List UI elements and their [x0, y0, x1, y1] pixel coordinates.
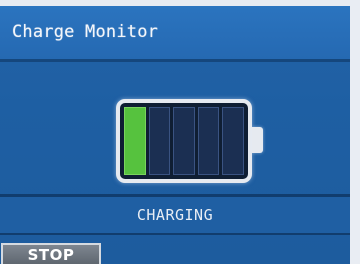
battery-terminal — [252, 127, 263, 153]
status-bar: CHARGING — [0, 194, 350, 235]
status-text: CHARGING — [136, 206, 214, 224]
battery-icon — [116, 99, 252, 183]
bezel-right — [350, 0, 360, 264]
battery-cells — [124, 107, 244, 175]
battery-cell-filled — [124, 107, 146, 175]
charge-monitor-screen: Charge Monitor CHARGING STOP — [0, 0, 360, 264]
title-bar: Charge Monitor — [0, 6, 350, 62]
page-title: Charge Monitor — [12, 22, 159, 42]
battery-cell-empty — [197, 107, 220, 175]
battery-cell-empty — [173, 107, 195, 175]
battery-cell-empty — [222, 107, 244, 175]
battery-cell-empty — [148, 107, 171, 175]
stop-button[interactable]: STOP — [1, 243, 101, 264]
